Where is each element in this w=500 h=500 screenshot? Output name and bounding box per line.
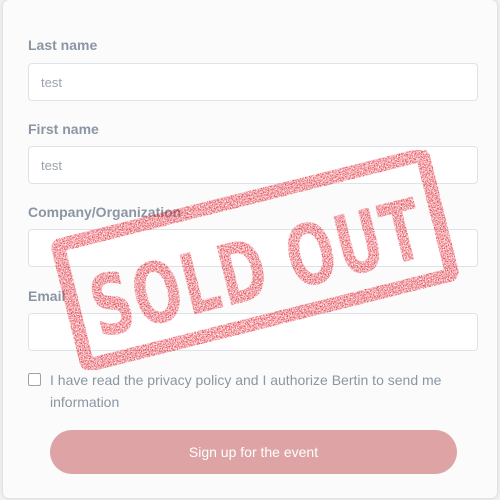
consent-text: I have read the privacy policy and I aut… (50, 372, 442, 410)
last-name-label: Last name (28, 37, 98, 53)
first-name-label: First name (28, 121, 99, 137)
sold-out-stamp: SOLD OUT (51, 150, 459, 370)
consent-row: I have read the privacy policy and I aut… (28, 369, 468, 413)
last-name-input[interactable] (28, 63, 478, 101)
signup-button[interactable]: Sign up for the event (50, 430, 457, 474)
stamp-text: SOLD OUT (80, 180, 434, 357)
consent-checkbox[interactable] (28, 373, 41, 386)
